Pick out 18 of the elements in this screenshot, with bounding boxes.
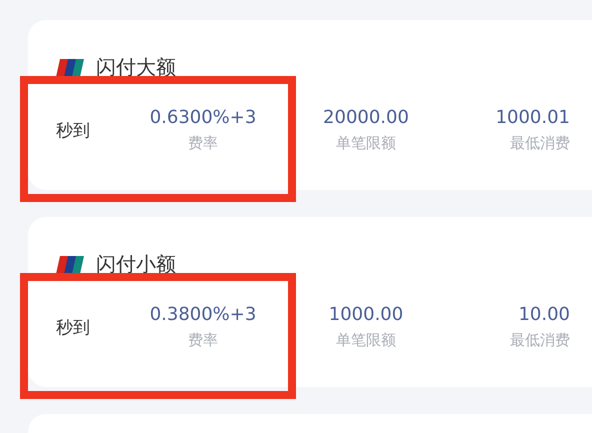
stat-label: 最低消费 bbox=[510, 331, 570, 350]
card-title: 闪付大额 bbox=[96, 54, 176, 81]
card-logo-icon bbox=[56, 58, 84, 76]
stat-value: 20000.00 bbox=[323, 107, 409, 128]
stat-value: 1000.00 bbox=[328, 304, 404, 325]
stat-value: 1000.01 bbox=[496, 107, 570, 128]
settle-label: 秒到 bbox=[56, 316, 91, 338]
settle-label: 秒到 bbox=[56, 120, 91, 142]
stat-value: 10.00 bbox=[518, 304, 570, 325]
stat-label: 最低消费 bbox=[510, 134, 570, 153]
stat-value: 0.3800%+3 bbox=[150, 304, 256, 325]
card-logo-icon bbox=[56, 256, 84, 274]
stat-label: 单笔限额 bbox=[336, 331, 396, 350]
stat-label: 费率 bbox=[188, 134, 218, 153]
stat-label: 费率 bbox=[188, 331, 218, 350]
stat-value: 0.6300%+3 bbox=[150, 107, 256, 128]
card-title: 闪付小额 bbox=[96, 251, 176, 278]
stat-label: 单笔限额 bbox=[336, 134, 396, 153]
